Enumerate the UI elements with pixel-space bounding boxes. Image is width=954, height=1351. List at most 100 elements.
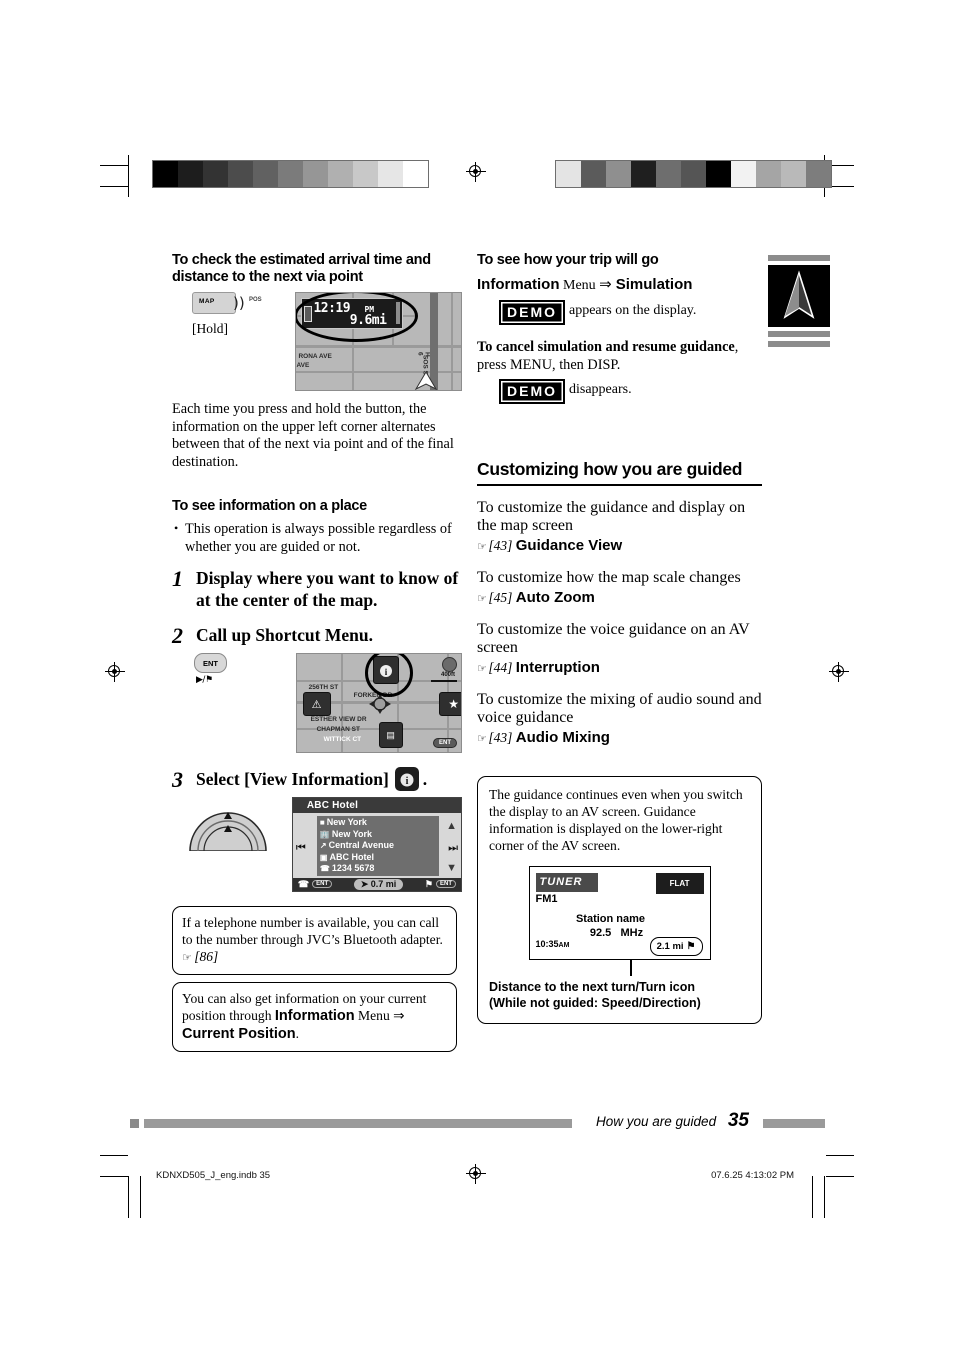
- ent-button-label: ENT: [203, 658, 218, 668]
- panel-row[interactable]: 🏢 New York: [320, 829, 439, 841]
- cancel-bold-text: To cancel simulation and resume guidance: [477, 339, 735, 355]
- panel-row[interactable]: ☎ 1234 5678: [320, 863, 439, 875]
- svg-text:i: i: [405, 776, 408, 787]
- grayscale-swatch: [303, 161, 328, 187]
- map-ent-tag: ENT: [433, 738, 457, 748]
- customize-item-heading: To customize how the map scale changes: [477, 569, 741, 586]
- map-button[interactable]: MAP )) POS: [192, 292, 262, 314]
- scroll-down-button[interactable]: ▼: [446, 862, 457, 874]
- tab-rule-mid: [768, 331, 830, 337]
- footer-rule-right: [763, 1119, 825, 1128]
- arrow-icon: ⇒: [393, 1007, 405, 1024]
- grayscale-swatch: [681, 161, 706, 187]
- map-button-sublabel: POS: [249, 297, 262, 303]
- map-street-label: ESTHER VIEW DR: [310, 716, 367, 723]
- av-band: FM1: [535, 893, 558, 905]
- tab-rule-bottom: [768, 341, 830, 347]
- map-screenshot-arrival: RONA AVE AVE H6 SOS ST 12:19 PM 9.6mi: [295, 292, 462, 391]
- grayscale-swatch: [228, 161, 253, 187]
- registration-mark: [829, 662, 849, 682]
- phone-icon[interactable]: ☎: [298, 879, 309, 890]
- star-icon: ★: [448, 696, 459, 711]
- place-info-panel: ABC Hotel ⏮ ⏭ ▲ ▼ ■ New York 🏢 New York ↗ Cen…: [291, 797, 462, 892]
- footer-title: How you are guided 35: [596, 1110, 749, 1131]
- crop-mark: [140, 1176, 142, 1218]
- navigation-arrow-icon: [768, 265, 830, 327]
- simulation-menu-label: Information: [477, 276, 560, 293]
- page-reference[interactable]: [44]: [488, 660, 515, 675]
- poi-icon: ▣: [319, 852, 328, 862]
- map-button-label: MAP: [199, 298, 215, 305]
- highlight-circle: [364, 654, 413, 697]
- step-1: 1 Display where you want to know of at t…: [172, 567, 462, 611]
- page-reference[interactable]: [45]: [488, 590, 515, 605]
- ent-button-sublabel: ▶/⚑: [196, 675, 213, 685]
- next-button[interactable]: ⏭: [448, 842, 458, 855]
- customize-item-reference: ☞ [43] Guidance View: [477, 536, 762, 556]
- ent-button-group: ENT ▶/⚑: [172, 653, 296, 685]
- grayscale-swatch: [328, 161, 353, 187]
- grayscale-swatch: [353, 161, 378, 187]
- panel-row[interactable]: ↗ Central Avenue: [320, 840, 439, 852]
- grayscale-swatch: [253, 161, 278, 187]
- grayscale-swatch: [178, 161, 203, 187]
- route-icon[interactable]: ⚑: [425, 879, 433, 890]
- shortcut-route-button[interactable]: ▤: [378, 722, 403, 748]
- panel-row[interactable]: ■ New York: [320, 817, 439, 829]
- section-tab: [768, 255, 830, 347]
- flag-icon: ■: [319, 818, 325, 827]
- route-icon: ▤: [386, 729, 395, 740]
- step-2-number: 2: [172, 623, 183, 648]
- note-av-guidance: The guidance continues even when you swi…: [477, 776, 762, 1024]
- scroll-up-button[interactable]: ▲: [446, 820, 457, 832]
- note-current-position: You can also get information on your cur…: [172, 981, 457, 1052]
- note-telephone: If a telephone number is available, you …: [172, 905, 457, 975]
- pointer-hand-icon: ☞: [477, 540, 489, 553]
- note-cp-bold-current-position: Current Position: [182, 1025, 296, 1042]
- panel-row-text: ABC Hotel: [329, 851, 374, 862]
- note-av-text: The guidance continues even when you swi…: [489, 787, 743, 853]
- grayscale-swatch: [606, 161, 631, 187]
- grayscale-swatch: [656, 161, 681, 187]
- panel-distance[interactable]: ➤ 0.7 mi: [353, 878, 404, 890]
- manual-page: To check the estimated arrival time and …: [0, 0, 954, 1351]
- shortcut-avoid-button[interactable]: ⚠: [302, 692, 331, 716]
- setting-name: Interruption: [515, 659, 600, 676]
- crop-mark: [128, 1176, 130, 1218]
- shortcut-favorite-button[interactable]: ★: [438, 692, 461, 716]
- route-ent-tag: ENT: [435, 880, 456, 888]
- crop-mark: [824, 1176, 826, 1218]
- panel-title: ABC Hotel: [292, 798, 461, 813]
- panel-row-list: ■ New York 🏢 New York ↗ Central Avenue ▣ ABC Ho…: [316, 816, 439, 876]
- step-1-number: 1: [172, 566, 183, 591]
- rotary-knob-icon[interactable]: [188, 809, 268, 852]
- step-3-trailing: .: [422, 769, 428, 789]
- left-column: To check the estimated arrival time and …: [172, 252, 462, 1052]
- grayscale-swatch: [781, 161, 806, 187]
- map-street-label: WITTICK CT: [323, 736, 362, 743]
- ent-button[interactable]: ENT: [194, 653, 227, 673]
- step-2: 2 Call up Shortcut Menu.: [172, 624, 462, 647]
- hold-label: [Hold]: [192, 321, 228, 336]
- tab-rule-top: [768, 255, 830, 261]
- registration-mark: [466, 162, 486, 182]
- step-1-text: Display where you want to know of at the…: [196, 568, 459, 610]
- imprint-left: KDNXD505_J_eng.indb 35: [156, 1170, 271, 1181]
- panel-row[interactable]: ▣ ABC Hotel: [320, 852, 439, 864]
- map-scale: 400ft: [440, 672, 455, 678]
- av-guidance-distance: 2.1 mi ⚑: [649, 937, 703, 956]
- setting-name: Audio Mixing: [515, 729, 610, 746]
- map-street-label: AVE: [296, 362, 310, 369]
- setting-name: Guidance View: [515, 537, 623, 554]
- page-reference[interactable]: [43]: [488, 538, 515, 553]
- demo-appears-text: appears on the display.: [569, 303, 697, 318]
- note-cp-bold-information: Information: [274, 1007, 355, 1024]
- highlight-ellipse: [296, 293, 419, 342]
- prev-button[interactable]: ⏮: [296, 842, 306, 855]
- page-reference[interactable]: [43]: [488, 730, 515, 745]
- heading-arrival-time: To check the estimated arrival time and …: [172, 252, 431, 285]
- note-telephone-ref: [86]: [194, 948, 219, 964]
- grayscale-swatch: [203, 161, 228, 187]
- signal-waves-icon: )): [233, 294, 245, 312]
- view-information-icon: i: [394, 767, 419, 791]
